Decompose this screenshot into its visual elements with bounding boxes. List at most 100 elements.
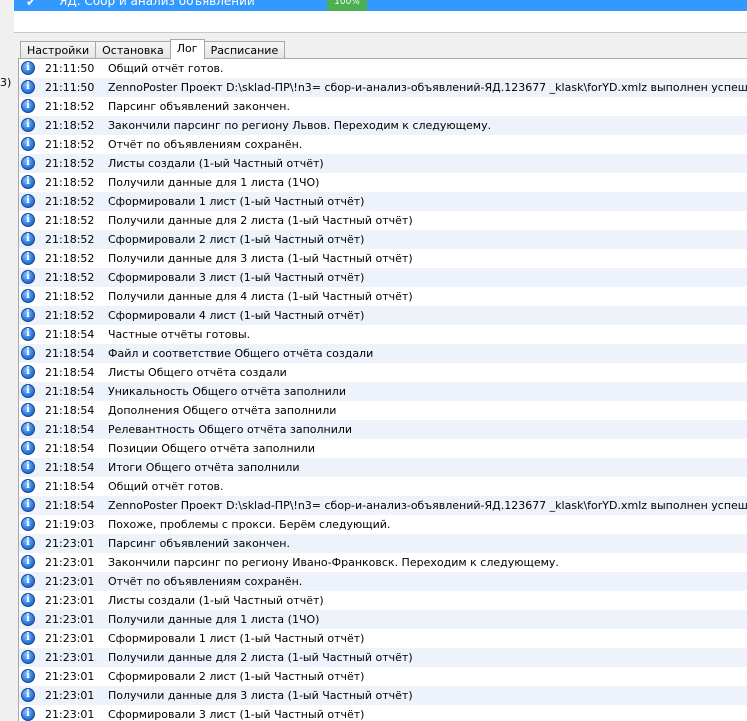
- log-message: Парсинг объявлений закончен.: [108, 537, 290, 550]
- log-row[interactable]: 21:18:52 Получили данные для 1 листа (1ЧО…: [19, 173, 747, 192]
- info-icon: [21, 80, 35, 94]
- log-message: Парсинг объявлений закончен.: [108, 100, 290, 113]
- info-icon: [21, 384, 35, 398]
- log-row[interactable]: 21:18:54 Общий отчёт готов.: [19, 477, 747, 496]
- info-icon: [21, 403, 35, 417]
- info-icon: [21, 61, 35, 75]
- log-message: Закончили парсинг по региону Ивано-Франк…: [108, 556, 559, 569]
- info-icon: [21, 555, 35, 569]
- log-row[interactable]: 21:23:01 Закончили парсинг по региону Ива…: [19, 553, 747, 572]
- log-row[interactable]: 21:18:54 Релевантность Общего отчёта запо…: [19, 420, 747, 439]
- log-row[interactable]: 21:18:54 ZennoPoster Проект D:\sklad-ПР\!…: [19, 496, 747, 515]
- info-icon: [21, 498, 35, 512]
- log-row[interactable]: 21:18:54 Частные отчёты готовы.: [19, 325, 747, 344]
- log-row[interactable]: 21:18:52 Получили данные для 3 листа (1-ы…: [19, 249, 747, 268]
- log-time: 21:18:54: [45, 385, 95, 398]
- log-message: Отчёт по объявлениям сохранён.: [108, 138, 303, 151]
- log-time: 21:11:50: [45, 62, 95, 75]
- log-row[interactable]: 21:23:01 Листы создали (1-ый Частный отчё…: [19, 591, 747, 610]
- info-icon: [21, 460, 35, 474]
- log-message: Общий отчёт готов.: [108, 62, 224, 75]
- info-icon: [21, 346, 35, 360]
- log-time: 21:23:01: [45, 689, 95, 702]
- log-message: Сформировали 3 лист (1-ый Частный отчёт): [108, 708, 365, 721]
- log-time: 21:18:52: [45, 271, 95, 284]
- info-icon: [21, 118, 35, 132]
- log-row[interactable]: 21:23:01 Парсинг объявлений закончен.: [19, 534, 747, 553]
- log-message: Частные отчёты готовы.: [108, 328, 251, 341]
- info-icon: [21, 365, 35, 379]
- log-time: 21:23:01: [45, 556, 95, 569]
- info-icon: [21, 213, 35, 227]
- log-row[interactable]: 21:23:01 Получили данные для 1 листа (1ЧО…: [19, 610, 747, 629]
- log-row[interactable]: 21:18:52 Получили данные для 2 листа (1-ы…: [19, 211, 747, 230]
- log-row[interactable]: 21:23:01 Отчёт по объявлениям сохранён.: [19, 572, 747, 591]
- log-row[interactable]: 21:18:54 Итоги Общего отчёта заполнили: [19, 458, 747, 477]
- log-list[interactable]: 21:11:50 Общий отчёт готов. 21:11:50 ZennoP…: [18, 58, 747, 721]
- task-list-area: [14, 11, 747, 33]
- log-row[interactable]: 21:18:52 Сформировали 1 лист (1-ый Частны…: [19, 192, 747, 211]
- log-time: 21:18:52: [45, 119, 95, 132]
- log-time: 21:18:54: [45, 442, 95, 455]
- task-title: ЯД. Сбор и анализ объявлений: [59, 0, 255, 8]
- log-row[interactable]: 21:18:52 Сформировали 3 лист (1-ый Частны…: [19, 268, 747, 287]
- log-row[interactable]: 21:18:54 Файл и соответствие Общего отчёт…: [19, 344, 747, 363]
- info-icon: [21, 194, 35, 208]
- log-time: 21:18:54: [45, 366, 95, 379]
- tab-log[interactable]: Лог: [169, 39, 205, 59]
- log-time: 21:18:54: [45, 423, 95, 436]
- log-row[interactable]: 21:18:52 Парсинг объявлений закончен.: [19, 97, 747, 116]
- selected-task-row[interactable]: ✔ ЯД. Сбор и анализ объявлений 100%: [14, 0, 747, 11]
- log-row[interactable]: 21:18:54 Позиции Общего отчёта заполнили: [19, 439, 747, 458]
- log-message: Релевантность Общего отчёта заполнили: [108, 423, 353, 436]
- log-time: 21:18:54: [45, 347, 95, 360]
- log-row[interactable]: 21:11:50 ZennoPoster Проект D:\sklad-ПР\!…: [19, 78, 747, 97]
- tab-settings[interactable]: Настройки: [20, 41, 97, 59]
- info-icon: [21, 688, 35, 702]
- log-row[interactable]: 21:23:01 Сформировали 1 лист (1-ый Частны…: [19, 629, 747, 648]
- log-message: Получили данные для 2 листа (1-ый Частны…: [108, 214, 413, 227]
- log-row[interactable]: 21:18:54 Уникальность Общего отчёта запол…: [19, 382, 747, 401]
- log-message: Сформировали 3 лист (1-ый Частный отчёт): [108, 271, 365, 284]
- log-row[interactable]: 21:11:50 Общий отчёт готов.: [19, 59, 747, 78]
- log-message: Отчёт по объявлениям сохранён.: [108, 575, 303, 588]
- log-time: 21:18:52: [45, 233, 95, 246]
- info-icon: [21, 156, 35, 170]
- log-row[interactable]: 21:19:03 Похоже, проблемы с прокси. Берём…: [19, 515, 747, 534]
- log-row[interactable]: 21:23:01 Сформировали 3 лист (1-ый Частны…: [19, 705, 747, 721]
- log-time: 21:18:52: [45, 157, 95, 170]
- info-icon: [21, 175, 35, 189]
- log-row[interactable]: 21:18:52 Сформировали 2 лист (1-ый Частны…: [19, 230, 747, 249]
- log-time: 21:18:54: [45, 404, 95, 417]
- log-message: Общий отчёт готов.: [108, 480, 224, 493]
- log-row[interactable]: 21:18:52 Закончили парсинг по региону Льв…: [19, 116, 747, 135]
- log-message: Сформировали 4 лист (1-ый Частный отчёт): [108, 309, 365, 322]
- log-message: ZennoPoster Проект D:\sklad-ПР\!n3= сбор…: [108, 81, 747, 94]
- info-icon: [21, 327, 35, 341]
- info-icon: [21, 517, 35, 531]
- log-message: Листы создали (1-ый Частный отчёт): [108, 157, 324, 170]
- info-icon: [21, 441, 35, 455]
- log-message: Закончили парсинг по региону Львов. Пере…: [108, 119, 492, 132]
- log-message: Файл и соответствие Общего отчёта создал…: [108, 347, 374, 360]
- log-row[interactable]: 21:18:54 Листы Общего отчёта создали: [19, 363, 747, 382]
- log-row[interactable]: 21:18:52 Листы создали (1-ый Частный отчё…: [19, 154, 747, 173]
- log-row[interactable]: 21:23:01 Получили данные для 2 листа (1-ы…: [19, 648, 747, 667]
- log-row[interactable]: 21:18:54 Дополнения Общего отчёта заполни…: [19, 401, 747, 420]
- check-icon: ✔: [26, 0, 37, 9]
- tab-bar: Настройки Остановка Лог Расписание: [20, 39, 286, 59]
- log-time: 21:23:01: [45, 613, 95, 626]
- tab-schedule[interactable]: Расписание: [203, 41, 286, 59]
- log-row[interactable]: 21:18:52 Получили данные для 4 листа (1-ы…: [19, 287, 747, 306]
- log-row[interactable]: 21:23:01 Сформировали 2 лист (1-ый Частны…: [19, 667, 747, 686]
- info-icon: [21, 593, 35, 607]
- log-row[interactable]: 21:18:52 Сформировали 4 лист (1-ый Частны…: [19, 306, 747, 325]
- log-time: 21:18:52: [45, 214, 95, 227]
- log-time: 21:18:52: [45, 309, 95, 322]
- log-message: Получили данные для 1 листа (1ЧО): [108, 613, 320, 626]
- log-row[interactable]: 21:18:52 Отчёт по объявлениям сохранён.: [19, 135, 747, 154]
- log-message: Уникальность Общего отчёта заполнили: [108, 385, 346, 398]
- info-icon: [21, 251, 35, 265]
- log-row[interactable]: 21:23:01 Получили данные для 3 листа (1-ы…: [19, 686, 747, 705]
- tab-stop[interactable]: Остановка: [95, 41, 171, 59]
